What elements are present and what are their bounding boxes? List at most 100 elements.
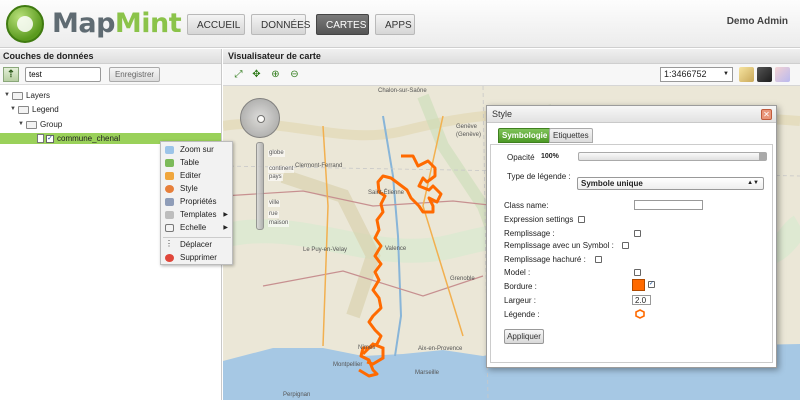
tree-item-commune-chenal[interactable]: ✓ commune_chenal — [37, 132, 120, 145]
scale-icon — [165, 224, 174, 232]
expand-arrow-icon[interactable]: ▼ — [18, 118, 26, 131]
add-layer-button[interactable]: ⇡ — [3, 67, 19, 82]
menu-item-zoom[interactable]: Zoom sur — [161, 144, 232, 156]
user-name[interactable]: Demo Admin — [727, 16, 788, 27]
menu-item-edit[interactable]: Editer — [161, 170, 232, 182]
basemap-plan-icon[interactable] — [739, 67, 754, 82]
submenu-arrow-icon: ▶ — [223, 212, 228, 218]
palette-icon — [165, 185, 174, 193]
legend-label: Légende : — [504, 310, 540, 319]
tree-item-group[interactable]: ▼ Group — [18, 118, 62, 131]
folder-icon — [12, 91, 23, 100]
fill-checkbox[interactable] — [634, 230, 641, 237]
nav-accueil[interactable]: ACCUEIL — [187, 14, 245, 35]
style-dialog: Style ✕ Symbologie Etiquettes Opacité 10… — [486, 105, 777, 368]
basemap-hybrid-icon[interactable] — [775, 67, 790, 82]
apply-button[interactable]: Appliquer — [504, 329, 544, 344]
zoom-level-label[interactable]: globe — [268, 150, 285, 157]
expand-arrow-icon[interactable]: ▼ — [4, 89, 12, 102]
width-label: Largeur : — [504, 296, 537, 305]
legend-type-select[interactable]: Symbole unique ▲▼ — [577, 177, 764, 190]
fill-label: Remplissage : — [504, 229, 555, 238]
nav-apps[interactable]: APPS — [375, 14, 415, 35]
pan-icon[interactable]: ✥ — [249, 67, 264, 82]
expression-settings-label: Expression settings — [504, 215, 574, 224]
class-name-input[interactable] — [634, 200, 703, 210]
legend-type-label: Type de légende : — [507, 172, 571, 181]
menu-item-templates[interactable]: Templates ▶ — [161, 209, 232, 221]
folder-icon — [18, 105, 29, 114]
menu-item-style[interactable]: Style — [161, 183, 232, 195]
move-icon: ⋮ — [165, 239, 173, 248]
wrench-icon — [165, 198, 174, 206]
map-label: Grenoble — [450, 276, 475, 282]
zoom-level-label[interactable]: ville — [268, 200, 281, 207]
zoom-in-icon[interactable]: ⊕ — [268, 67, 283, 82]
menu-item-scale[interactable]: Echelle ▶ — [161, 222, 232, 234]
fill-symbol-checkbox[interactable] — [622, 242, 629, 249]
expand-arrow-icon[interactable]: ▼ — [10, 103, 18, 116]
map-label: Aix-en-Provence — [418, 346, 463, 352]
pan-control-icon[interactable] — [240, 98, 280, 138]
close-icon[interactable]: ✕ — [761, 109, 772, 120]
table-icon — [165, 159, 174, 167]
zoom-level-label[interactable]: rue — [268, 211, 279, 218]
map-label: Genève — [456, 124, 478, 130]
map-label: Marseille — [415, 370, 440, 376]
folder-icon — [26, 120, 37, 129]
layer-visibility-checkbox[interactable]: ✓ — [46, 134, 54, 143]
hatched-fill-label: Remplissage hachuré : — [504, 255, 586, 264]
zoom-slider[interactable] — [256, 142, 264, 230]
tab-symbologie[interactable]: Symbologie — [498, 128, 552, 143]
basemap-satellite-icon[interactable] — [757, 67, 772, 82]
zoom-out-icon[interactable]: ⊖ — [287, 67, 302, 82]
zoom-level-label[interactable]: continent — [268, 166, 295, 173]
map-label: Le Puy-en-Velay — [303, 247, 348, 253]
map-name-input[interactable] — [25, 67, 101, 82]
scale-select[interactable]: 1:3466752 ▼ — [660, 67, 733, 82]
nav-donnees[interactable]: DONNÉES — [251, 14, 310, 35]
opacity-value: 100% — [541, 153, 559, 160]
map-label: Nîmes — [358, 345, 376, 351]
expression-settings-checkbox[interactable] — [578, 216, 585, 223]
zoom-icon — [165, 146, 174, 154]
fill-symbol-label: Remplissage avec un Symbol : — [504, 241, 614, 250]
nav-cartes[interactable]: CARTES — [316, 14, 369, 35]
tree-item-layers[interactable]: ▼ Layers — [4, 89, 50, 102]
tab-etiquettes[interactable]: Etiquettes — [549, 128, 593, 143]
map-label: Clermont-Ferrand — [295, 163, 343, 169]
pencil-icon — [165, 172, 174, 180]
menu-item-table[interactable]: Table — [161, 157, 232, 169]
opacity-slider-handle[interactable] — [759, 153, 766, 160]
zoom-level-label[interactable]: pays — [268, 174, 283, 181]
style-dialog-title[interactable]: Style ✕ — [487, 106, 776, 123]
menu-item-move[interactable]: ⋮ Déplacer — [161, 239, 232, 251]
tree-item-legend[interactable]: ▼ Legend — [10, 103, 59, 116]
hatched-fill-checkbox[interactable] — [595, 256, 602, 263]
opacity-slider[interactable] — [578, 152, 767, 161]
class-name-label: Class name: — [504, 201, 549, 210]
map-label: (Genève) — [456, 132, 482, 138]
model-checkbox[interactable] — [634, 269, 641, 276]
zoom-navigator[interactable]: globe continent pays ville rue maison — [238, 94, 302, 244]
map-toolbar: ⤢ ✥ ⊕ ⊖ 1:3466752 ▼ — [223, 64, 800, 86]
model-label: Model : — [504, 268, 531, 277]
layers-panel-title: Couches de données — [0, 49, 221, 64]
menu-separator — [163, 237, 231, 238]
mapmint-logo-icon — [6, 5, 44, 43]
menu-item-delete[interactable]: Supprimer — [161, 252, 232, 264]
zoom-to-extent-icon[interactable]: ⤢ — [231, 67, 246, 82]
map-label: Saint-Étienne — [368, 190, 405, 196]
delete-icon — [165, 254, 174, 262]
symbology-form: Opacité 100% Type de légende : Symbole u… — [490, 144, 773, 363]
opacity-label: Opacité — [507, 153, 535, 162]
border-label: Bordure : — [504, 282, 537, 291]
width-input[interactable]: 2.0 — [632, 295, 651, 305]
border-color-swatch[interactable] — [632, 279, 645, 291]
zoom-level-label[interactable]: maison — [268, 220, 290, 227]
menu-item-properties[interactable]: Propriétés — [161, 196, 232, 208]
layer-context-menu: Zoom sur Table Editer Style Propriétés T… — [160, 141, 233, 265]
border-checkbox[interactable]: ✓ — [648, 281, 655, 288]
save-button[interactable]: Enregistrer — [109, 67, 160, 82]
map-label: Perpignan — [283, 392, 311, 398]
